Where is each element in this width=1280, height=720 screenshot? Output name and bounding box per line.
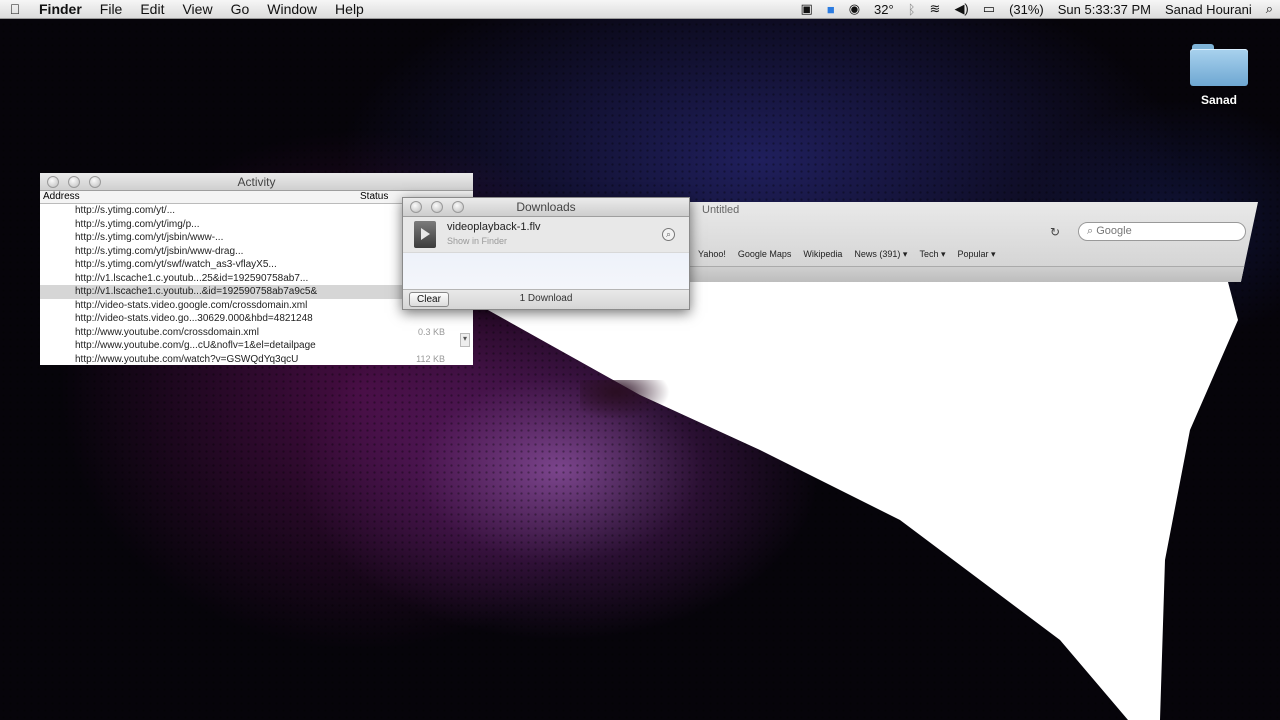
- downloads-empty-area: [403, 253, 689, 290]
- google-search-field[interactable]: ⌕ Google: [1078, 222, 1246, 241]
- bookmark-tech[interactable]: Tech ▾: [919, 249, 945, 260]
- download-item[interactable]: videoplayback-1.flv Show in Finder ⌕: [403, 217, 689, 253]
- menu-finder[interactable]: Finder: [30, 1, 91, 17]
- menu-bar:  Finder File Edit View Go Window Help ▣…: [0, 0, 1280, 19]
- safari-window-title: Untitled: [702, 204, 740, 216]
- downloads-titlebar[interactable]: Downloads: [403, 198, 689, 217]
- apple-menu-icon[interactable]: : [0, 1, 30, 17]
- menu-edit[interactable]: Edit: [131, 1, 173, 17]
- column-address[interactable]: Address: [40, 191, 360, 203]
- menu-go[interactable]: Go: [222, 1, 259, 17]
- user-name[interactable]: Sanad Hourani: [1158, 2, 1259, 17]
- list-item[interactable]: http://www.youtube.com/g...cU&noflv=1&el…: [40, 339, 473, 353]
- menu-file[interactable]: File: [91, 1, 132, 17]
- search-icon: ⌕: [1087, 225, 1097, 237]
- safari-toolbar: Untitled ↻ ⌕ Google Yahoo! Google Maps W…: [688, 202, 1258, 282]
- bookmark-popular[interactable]: Popular ▾: [957, 249, 995, 260]
- downloads-footer: Clear 1 Download: [403, 289, 689, 309]
- sync-icon[interactable]: ◉: [842, 1, 867, 17]
- minimize-button[interactable]: [68, 176, 80, 188]
- downloads-window: Downloads videoplayback-1.flv Show in Fi…: [402, 197, 690, 310]
- safari-tab-bar: [688, 266, 1258, 282]
- menu-extras: ▣ ■ ◉ 32° ᛒ ≋ ◀) ▭ (31%) Sun 5:33:37 PM …: [794, 1, 1280, 17]
- download-count: 1 Download: [519, 293, 573, 304]
- bookmark-wikipedia[interactable]: Wikipedia: [803, 249, 842, 260]
- zoom-button[interactable]: [452, 201, 464, 213]
- activity-titlebar[interactable]: Activity: [40, 173, 473, 191]
- minimize-button[interactable]: [431, 201, 443, 213]
- video-file-icon: [414, 221, 436, 248]
- reload-icon[interactable]: ↻: [1050, 225, 1060, 239]
- list-item[interactable]: http://video-stats.video.go...30629.000&…: [40, 312, 473, 326]
- app-status-icon[interactable]: ■: [820, 2, 842, 17]
- page-curl-shadow: [580, 380, 670, 420]
- spotlight-search-icon[interactable]: ⌕: [1259, 1, 1280, 17]
- zoom-button[interactable]: [89, 176, 101, 188]
- bluetooth-icon[interactable]: ᛒ: [901, 2, 923, 17]
- list-item[interactable]: http://www.youtube.com/crossdomain.xml 0.…: [40, 326, 473, 340]
- menu-help[interactable]: Help: [326, 1, 373, 17]
- bookmark-news[interactable]: News (391) ▾: [854, 249, 907, 260]
- volume-icon[interactable]: ◀): [947, 1, 975, 17]
- bookmark-yahoo[interactable]: Yahoo!: [698, 249, 726, 260]
- screen-record-icon[interactable]: ▣: [794, 1, 820, 17]
- list-item[interactable]: http://www.youtube.com/watch?v=GSWQdYq3q…: [40, 353, 473, 366]
- close-button[interactable]: [47, 176, 59, 188]
- bookmarks-bar: Yahoo! Google Maps Wikipedia News (391) …: [698, 249, 1008, 260]
- clock[interactable]: Sun 5:33:37 PM: [1051, 2, 1158, 17]
- bookmark-google-maps[interactable]: Google Maps: [738, 249, 792, 260]
- wifi-icon[interactable]: ≋: [923, 1, 948, 17]
- scroll-down-arrow-icon[interactable]: ▾: [460, 333, 470, 347]
- battery-percent[interactable]: (31%): [1002, 2, 1051, 17]
- menu-view[interactable]: View: [173, 1, 221, 17]
- download-file-name: videoplayback-1.flv: [447, 221, 541, 233]
- menu-window[interactable]: Window: [258, 1, 326, 17]
- download-file-subtitle: Show in Finder: [447, 236, 508, 246]
- temperature-readout[interactable]: 32°: [867, 2, 901, 17]
- close-button[interactable]: [410, 201, 422, 213]
- battery-icon[interactable]: ▭: [976, 1, 1002, 17]
- reveal-in-finder-icon[interactable]: ⌕: [662, 228, 675, 241]
